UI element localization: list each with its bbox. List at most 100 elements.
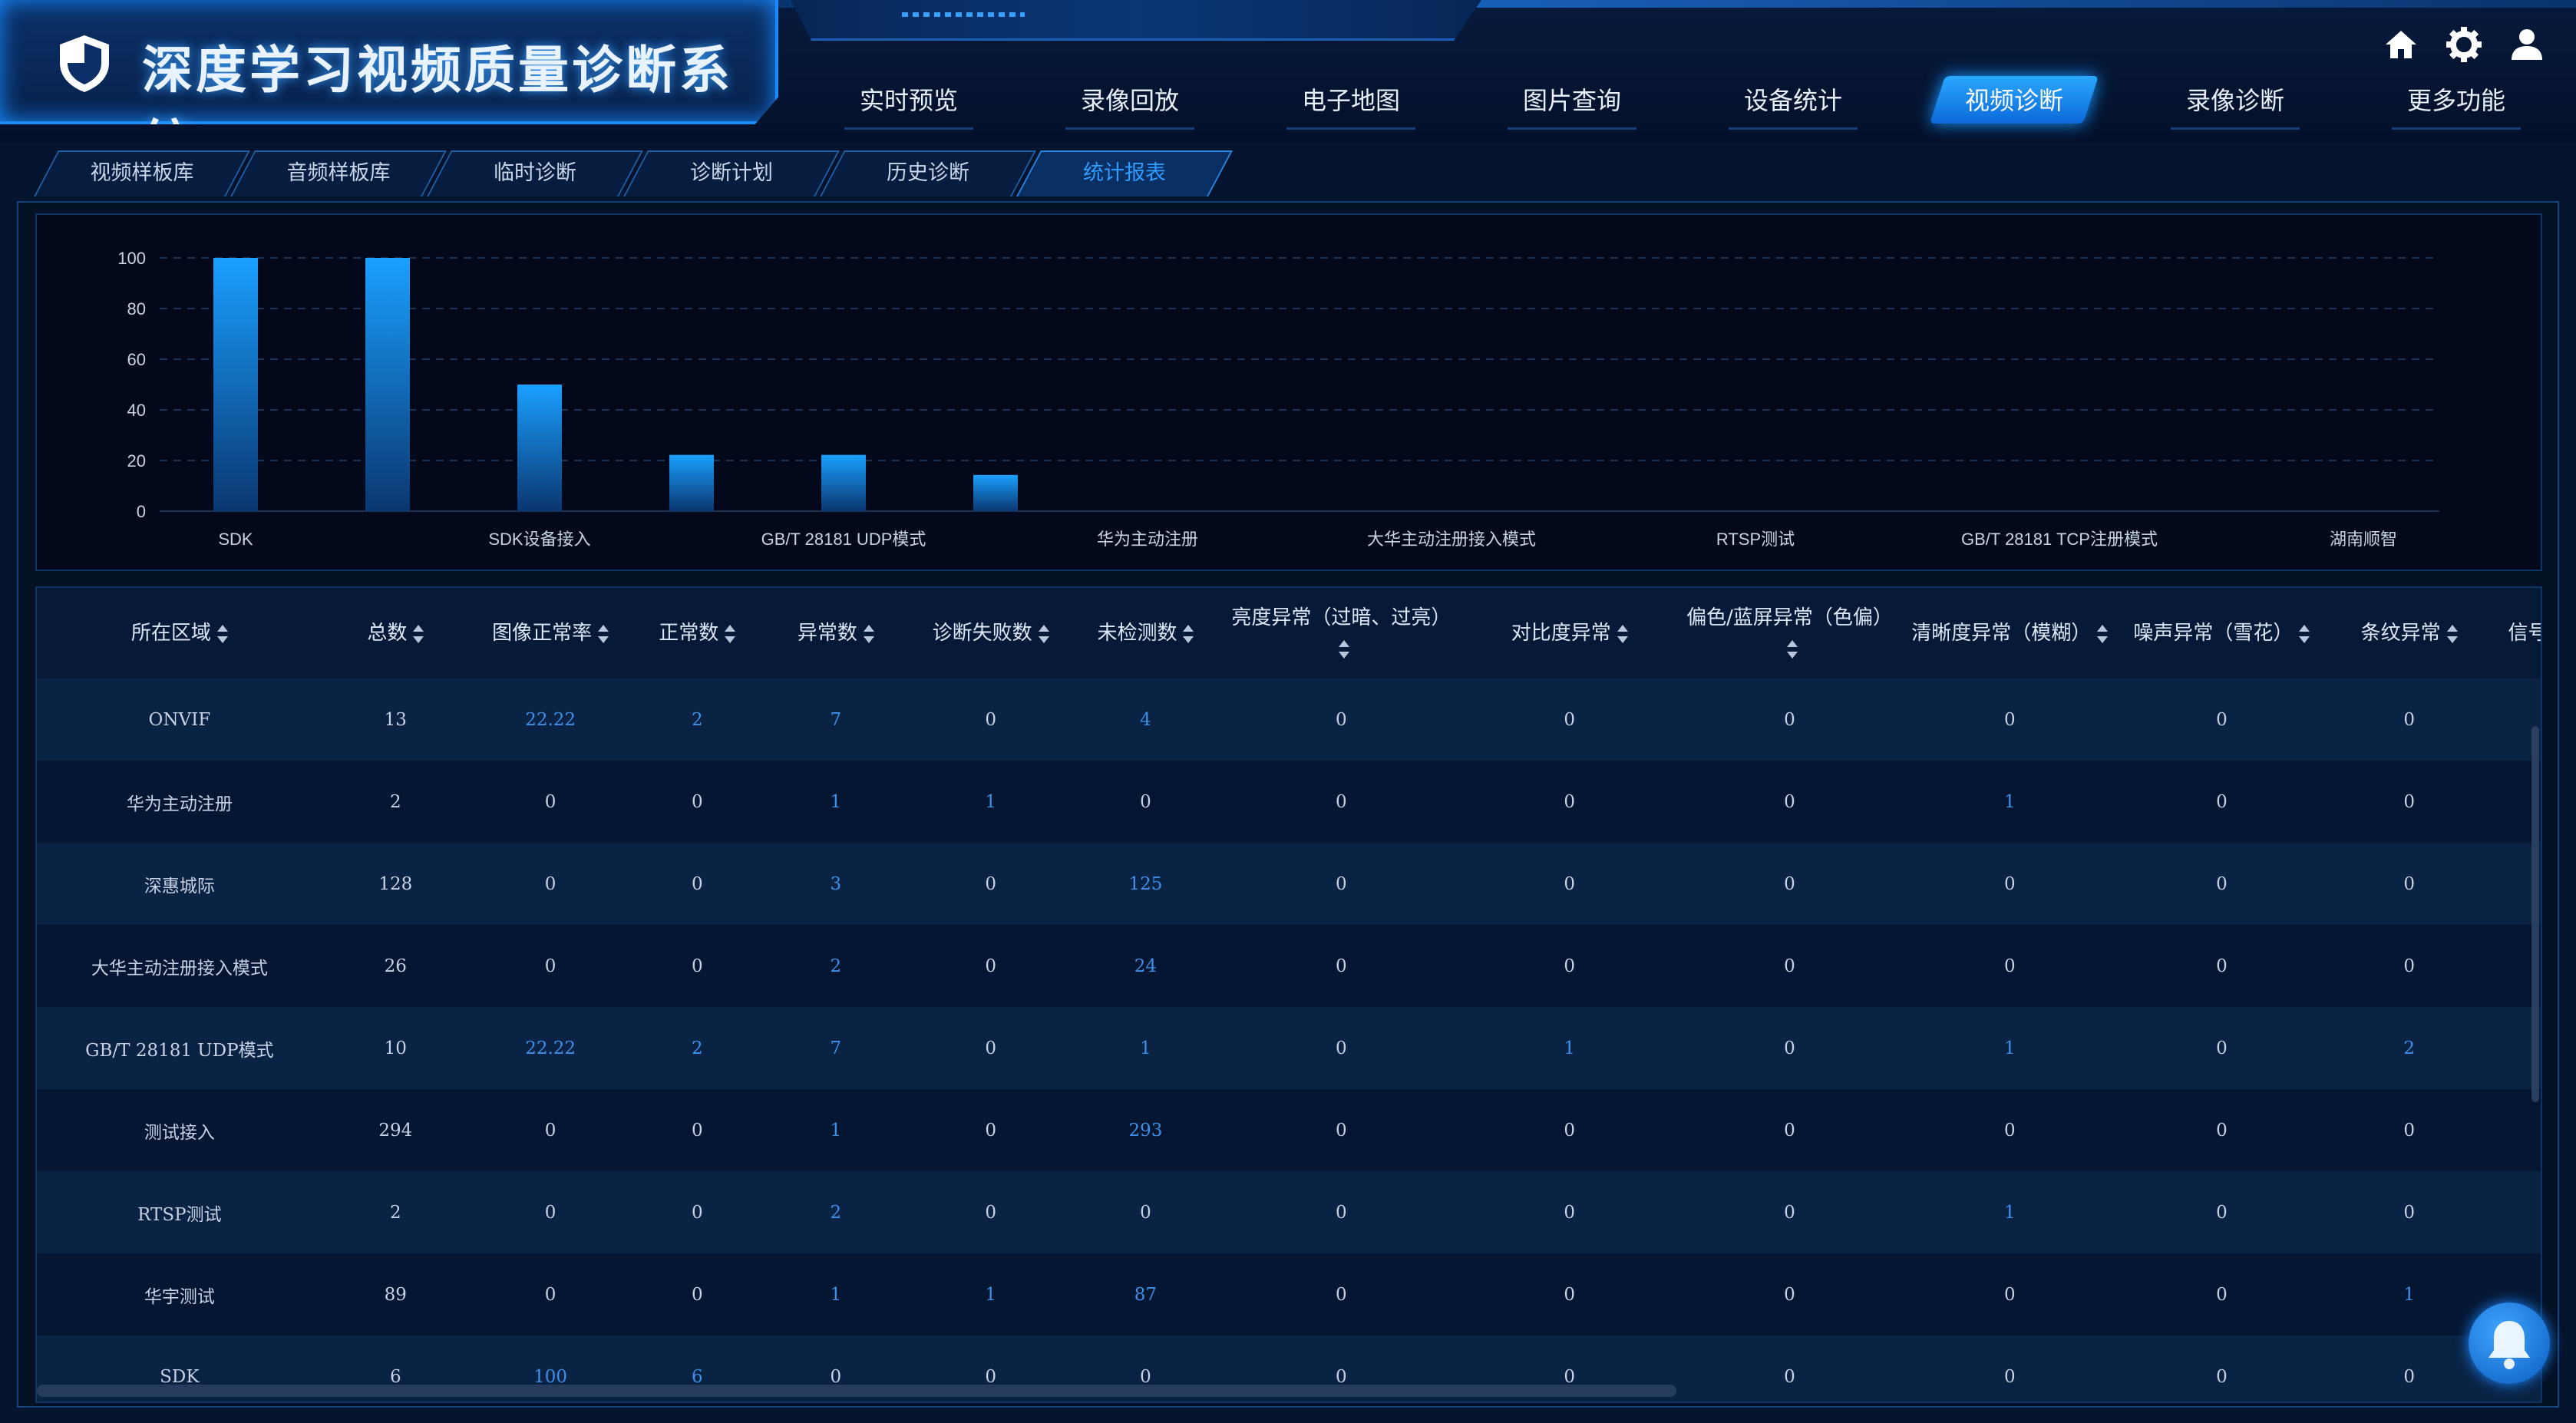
table-cell: 0 [1675,1007,1904,1089]
title-panel: 深度学习视频质量诊断系统 [0,0,778,124]
column-header[interactable]: 总数 [322,588,469,678]
table-cell: 0 [2327,1089,2491,1171]
column-header[interactable]: 诊断失败数 [909,588,1072,678]
column-header-label: 所在区域 [130,622,211,645]
table-cell[interactable]: 1 [762,761,910,843]
table-cell[interactable]: 2 [762,1171,910,1253]
chart-bar[interactable] [365,258,410,511]
nav-item-record-diagnosis[interactable]: 录像诊断 [2125,73,2346,134]
sort-arrows-icon[interactable] [598,624,609,644]
sort-arrows-icon[interactable] [1617,624,1628,644]
main-nav: 实时预览 录像回放 电子地图 图片查询 设备统计 视频诊断 录像诊断 更多功能 [798,73,2567,134]
column-header[interactable]: 条纹异常 [2327,588,2491,678]
nav-item-playback[interactable]: 录像回放 [1019,73,1240,134]
content-frame: 0 20 40 60 80 100 SDK SDK设备接入 GB/T 28181 UDP模式 华为… [17,201,2559,1408]
table-cell[interactable]: 1 [762,1089,910,1171]
nav-item-more[interactable]: 更多功能 [2346,73,2567,134]
table-cell: 0 [909,1089,1072,1171]
home-icon[interactable] [2383,26,2419,63]
column-header[interactable]: 所在区域 [37,588,322,678]
table-cell: 0 [1904,843,2116,925]
sort-arrows-icon[interactable] [1787,639,1798,659]
nav-item-device-stats[interactable]: 设备统计 [1683,73,1904,134]
column-header[interactable]: 未检测数 [1072,588,1220,678]
chart-bar[interactable] [973,474,1018,511]
table-cell[interactable]: 125 [1072,843,1220,925]
tab-temp-diagnosis[interactable]: 临时诊断 [439,150,631,196]
vertical-scrollbar[interactable] [2531,726,2539,1102]
table-cell[interactable]: 22.22 [468,1007,632,1089]
table-cell[interactable]: 22.22 [468,678,632,761]
table-cell[interactable]: 1 [1072,1007,1220,1089]
table-row: 华宇测试890011870000010 [37,1253,2541,1336]
table-cell[interactable]: 293 [1072,1089,1220,1171]
sort-arrows-icon[interactable] [413,624,424,644]
sort-arrows-icon[interactable] [863,624,874,644]
table-cell[interactable]: 1 [1904,1007,2116,1089]
sort-arrows-icon[interactable] [1038,624,1049,644]
tab-audio-samples[interactable]: 音频样板库 [243,150,434,196]
tab-history-diagnosis[interactable]: 历史诊断 [832,150,1024,196]
header-deco-strip [791,0,1481,41]
chart-bar[interactable] [517,385,562,511]
table-cell: 0 [2115,1171,2328,1253]
gear-icon[interactable] [2446,26,2482,63]
table-cell[interactable]: 2 [2327,1007,2491,1089]
column-header[interactable]: 对比度异常 [1463,588,1676,678]
table-cell: 0 [1219,1089,1464,1171]
table-cell[interactable]: 1 [909,761,1072,843]
nav-item-video-diagnosis[interactable]: 视频诊断 [1904,73,2125,134]
sort-arrows-icon[interactable] [1183,624,1194,644]
table-cell[interactable]: 1 [1904,1171,2116,1253]
column-header[interactable]: 正常数 [632,588,763,678]
column-header[interactable]: 信号丢失异常 [2490,588,2541,678]
column-header-label: 条纹异常 [2360,622,2441,645]
table-cell[interactable]: 1 [1463,1007,1676,1089]
sort-arrows-icon[interactable] [2446,624,2458,644]
table-cell[interactable]: 1 [762,1253,910,1336]
column-header[interactable]: 异常数 [762,588,910,678]
sort-arrows-icon[interactable] [216,624,228,644]
y-tick-label: 80 [127,299,146,319]
tab-stat-report[interactable]: 统计报表 [1029,150,1220,196]
chart-bar[interactable] [821,454,866,511]
horizontal-scrollbar[interactable] [37,1385,1676,1397]
table-cell[interactable]: 7 [762,678,910,761]
table-cell: 26 [322,925,469,1007]
table-cell[interactable]: 4 [1072,678,1220,761]
region-cell: 测试接入 [37,1089,322,1171]
table-cell: 0 [2115,1336,2328,1402]
sort-arrows-icon[interactable] [2299,624,2310,644]
tab-diagnosis-plan[interactable]: 诊断计划 [636,150,827,196]
column-header[interactable]: 噪声异常（雪花） [2115,588,2328,678]
notification-button[interactable] [2469,1302,2550,1384]
y-tick-label: 20 [127,451,146,470]
column-header[interactable]: 图像正常率 [468,588,632,678]
top-icon-bar [2383,26,2545,63]
column-header[interactable]: 清晰度异常（模糊） [1904,588,2116,678]
nav-item-live-preview[interactable]: 实时预览 [798,73,1019,134]
column-header[interactable]: 亮度异常（过暗、过亮） [1219,588,1464,678]
column-header[interactable]: 偏色/蓝屏异常（色偏） [1675,588,1904,678]
sort-arrows-icon[interactable] [2097,624,2109,644]
column-header-label: 清晰度异常（模糊） [1911,622,2092,645]
tab-video-samples[interactable]: 视频样板库 [46,150,238,196]
nav-item-e-map[interactable]: 电子地图 [1240,73,1461,134]
table-cell[interactable]: 1 [909,1253,1072,1336]
table-cell[interactable]: 1 [2327,1253,2491,1336]
table-cell[interactable]: 2 [632,1007,763,1089]
nav-item-image-query[interactable]: 图片查询 [1461,73,1683,134]
table-cell[interactable]: 24 [1072,925,1220,1007]
table-cell: 0 [2115,843,2328,925]
table-cell[interactable]: 3 [762,843,910,925]
table-cell[interactable]: 7 [762,1007,910,1089]
sort-arrows-icon[interactable] [1339,639,1350,659]
table-cell[interactable]: 87 [1072,1253,1220,1336]
table-cell[interactable]: 2 [762,925,910,1007]
table-cell[interactable]: 1 [1904,761,2116,843]
user-icon[interactable] [2508,26,2545,63]
chart-bar[interactable] [669,454,714,511]
table-cell[interactable]: 2 [632,678,763,761]
sort-arrows-icon[interactable] [725,624,736,644]
chart-bar[interactable] [213,258,258,511]
